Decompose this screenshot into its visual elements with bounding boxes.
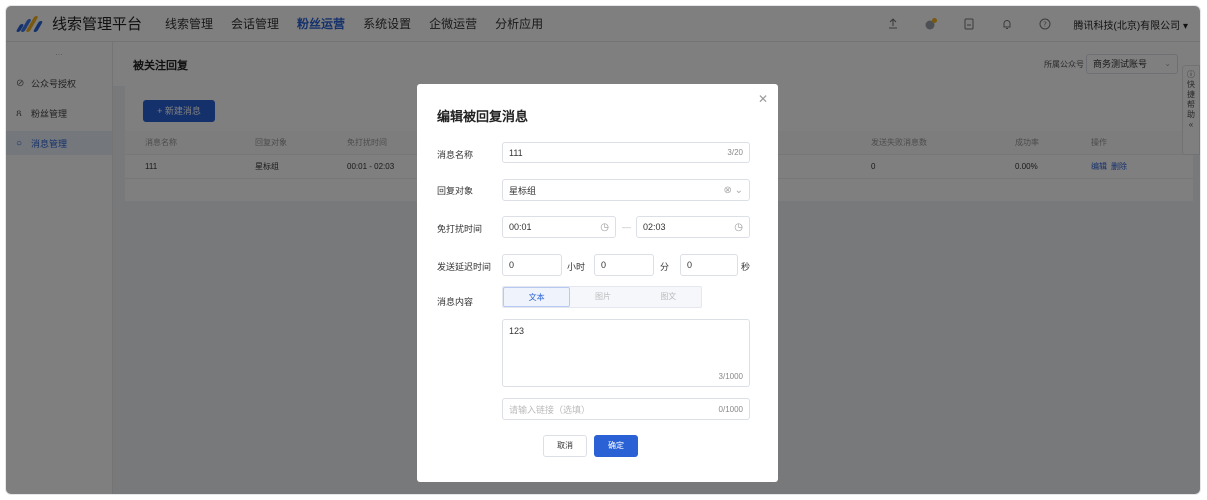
name-label: 消息名称 <box>437 150 474 160</box>
minutes-unit: 分 <box>660 262 670 272</box>
content-type-tabs: 文本 图片 图文 <box>502 286 702 308</box>
cancel-button[interactable]: 取消 <box>543 435 587 457</box>
clock-icon: ◷ <box>734 221 743 233</box>
clock-icon: ◷ <box>600 221 609 233</box>
delay-seconds-input[interactable]: 0 <box>680 254 738 276</box>
content-textarea[interactable]: 123 3/1000 <box>502 319 750 387</box>
delay-minutes-value: 0 <box>601 260 607 270</box>
edit-message-dialog: ✕ 编辑被回复消息 消息名称 111 3/20 回复对象 星标组 ⊗ ⌄ 免打扰… <box>417 84 778 482</box>
name-input[interactable]: 111 3/20 <box>502 142 750 163</box>
content-count: 3/1000 <box>718 372 743 381</box>
link-count: 0/1000 <box>718 404 743 414</box>
hours-unit: 小时 <box>567 262 586 272</box>
target-select[interactable]: 星标组 ⊗ ⌄ <box>502 179 750 201</box>
dnd-separator: — <box>622 222 631 232</box>
delay-label: 发送延迟时间 <box>437 262 492 272</box>
confirm-button[interactable]: 确定 <box>594 435 638 457</box>
dnd-label: 免打扰时间 <box>437 224 483 234</box>
delay-hours-value: 0 <box>509 260 515 270</box>
delay-hours-input[interactable]: 0 <box>502 254 562 276</box>
clear-chevron-icon[interactable]: ⊗ ⌄ <box>723 185 743 196</box>
close-icon[interactable]: ✕ <box>758 92 768 106</box>
dnd-end-picker[interactable]: 02:03 ◷ <box>636 216 750 238</box>
content-label: 消息内容 <box>437 297 474 307</box>
seconds-unit: 秒 <box>741 262 751 272</box>
dnd-start-value: 00:01 <box>509 222 532 232</box>
tab-image[interactable]: 图片 <box>570 287 635 307</box>
delay-seconds-value: 0 <box>687 260 693 270</box>
delay-minutes-input[interactable]: 0 <box>594 254 654 276</box>
link-placeholder: 请输入链接（选填） <box>509 404 591 415</box>
name-value: 111 <box>509 147 523 158</box>
tab-text[interactable]: 文本 <box>503 287 571 307</box>
dialog-title: 编辑被回复消息 <box>437 109 529 124</box>
name-count: 3/20 <box>727 148 743 157</box>
target-label: 回复对象 <box>437 186 474 196</box>
dnd-start-picker[interactable]: 00:01 ◷ <box>502 216 616 238</box>
link-input[interactable]: 请输入链接（选填） 0/1000 <box>502 398 750 420</box>
tab-article[interactable]: 图文 <box>636 287 701 307</box>
target-value: 星标组 <box>509 185 537 196</box>
dnd-end-value: 02:03 <box>643 222 666 232</box>
content-value: 123 <box>509 326 525 336</box>
